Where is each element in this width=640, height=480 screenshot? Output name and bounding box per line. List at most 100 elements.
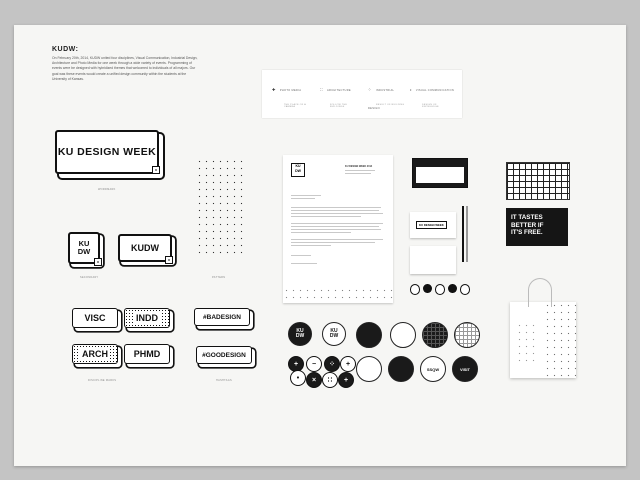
mini-button [410,284,421,295]
text-line [291,195,321,196]
tag-phmd: PHMD [124,344,170,364]
secondary-caption: SECONDARY [80,276,99,279]
dots-icon: ⁘ [329,361,335,368]
business-card-front: KU DESIGN WEEK [410,212,456,238]
letterhead-logo-bottom: DW [295,169,301,173]
stacked-badge: M [94,258,102,266]
text-line [291,207,381,208]
promo-line-3: IT'S FREE. [511,229,543,236]
bag-pattern [544,302,576,378]
text-line [291,210,379,211]
dot-icon: • [296,374,300,382]
short-logo: KUDW [118,234,172,262]
text-line [291,213,383,214]
cross-button: × [306,372,322,388]
business-card-back [410,246,456,274]
button-kudw-bottom: DW [295,333,305,339]
button-visit-label: VISIT [459,366,470,372]
stacked-logo-bottom: DW [77,247,91,256]
tag-arch: ARCH [72,344,118,364]
discipline-item: ⁘ INDUSTRIAL DESIGN [368,78,398,114]
bag-pattern-front [516,322,538,362]
intro-title: KUDW: [52,46,79,53]
promo-line-2: BETTER IF [511,221,544,229]
card-wordmark: KU DESIGN WEEK [416,221,447,229]
tag-arch-label: ARCH [80,349,110,359]
dots-button: ⁘ [324,356,340,372]
dot-button: • [290,370,306,386]
discipline-item: ∷ ARCHITECTURE [320,78,351,96]
button-dots-white-large [356,356,382,382]
text-line [291,229,381,230]
grid-button: ∷ [322,372,338,388]
mini-button [423,284,432,293]
discipline-marks-caption: DISCIPLINE MARKS [88,379,117,382]
letterhead-logo-top: KU [295,164,301,168]
hashtags-caption: HASHTAGS [216,379,232,382]
text-line [345,173,371,174]
plus-icon: ✚ [272,87,276,92]
mini-button [434,284,446,295]
button-kudw-white: KU DW [322,322,346,346]
bag-handle [528,278,552,307]
button-ssqw: SSQW [420,356,446,382]
discipline-panel: ✚ PHOTO MEDIA ∷ ARCHITECTURE ⁘ INDUSTRIA… [262,70,462,118]
button-dots-black-large [388,356,414,382]
button-ssqw-label: SSQW [426,366,440,372]
text-line [291,226,379,227]
pattern-swatch [196,158,244,254]
text-line [345,170,375,171]
letterhead: KU DW KU DESIGN WEEK 2014 [283,155,393,303]
button-kudw-white-bottom: DW [329,333,339,339]
button-pattern-white [390,322,416,348]
button-row [410,284,471,296]
button-kudw: KU DW [288,322,312,346]
dots-pattern-icon: ⁘ [368,87,372,92]
dots-grid-icon: ∷ [320,87,323,92]
letterhead-pattern-strip [283,287,393,303]
plus-icon: + [293,360,299,368]
discipline-note: DESIGN OF KNOWLEDGE [422,104,439,108]
pen [462,206,464,262]
minus-icon: − [311,360,317,368]
hashtag-badesign: #BADESIGN [194,308,250,326]
dot-icon: • [410,87,412,92]
discipline-note: THE PLACE OF A CAMERA [284,104,306,108]
discipline-item: ✚ PHOTO MEDIA [272,78,301,96]
discipline-label: INDUSTRIAL DESIGN [368,89,395,110]
promo-line-1: IT TASTES [511,214,543,221]
text-line [291,242,375,243]
text-line [291,245,331,246]
discipline-label: PHOTO MEDIA [279,89,302,92]
letterhead-sender: KU DESIGN WEEK 2014 [345,165,373,168]
grid-pattern-card [506,162,570,200]
text-line [291,239,383,240]
envelope-flap [416,167,464,183]
button-grid-light [454,322,480,348]
discipline-label: VISUAL COMMUNICATION [415,89,454,92]
button-visit: VISIT [452,356,478,382]
text-line [291,223,383,224]
promo-card: IT TASTES BETTER IF IT'S FREE. [506,208,568,246]
shopping-bag [510,302,576,378]
wordmark-badge: M [152,166,160,174]
text-line [291,255,311,256]
cross-icon: × [311,376,317,384]
letterhead-logo: KU DW [291,163,305,177]
plus-button-dark: + [338,372,354,388]
text-line [291,263,317,264]
short-badge: M [165,256,173,264]
discipline-note: FOLLOW THE BUILDINGS [330,104,348,108]
envelope [412,158,468,188]
intro-body: On February 20th, 2014, KUDW united four… [52,56,198,81]
pattern-caption: PATTERN [212,276,226,279]
tag-indd: INDD [124,308,170,328]
text-line [291,216,361,217]
plus-icon: + [345,360,351,368]
discipline-note: RESULT OF BUILDING [376,104,405,106]
text-line [291,232,351,233]
wordmark-caption: WORDMARK [98,188,116,191]
pen [466,206,468,262]
plus-button-white: + [340,356,356,372]
plus-icon: + [343,376,349,384]
